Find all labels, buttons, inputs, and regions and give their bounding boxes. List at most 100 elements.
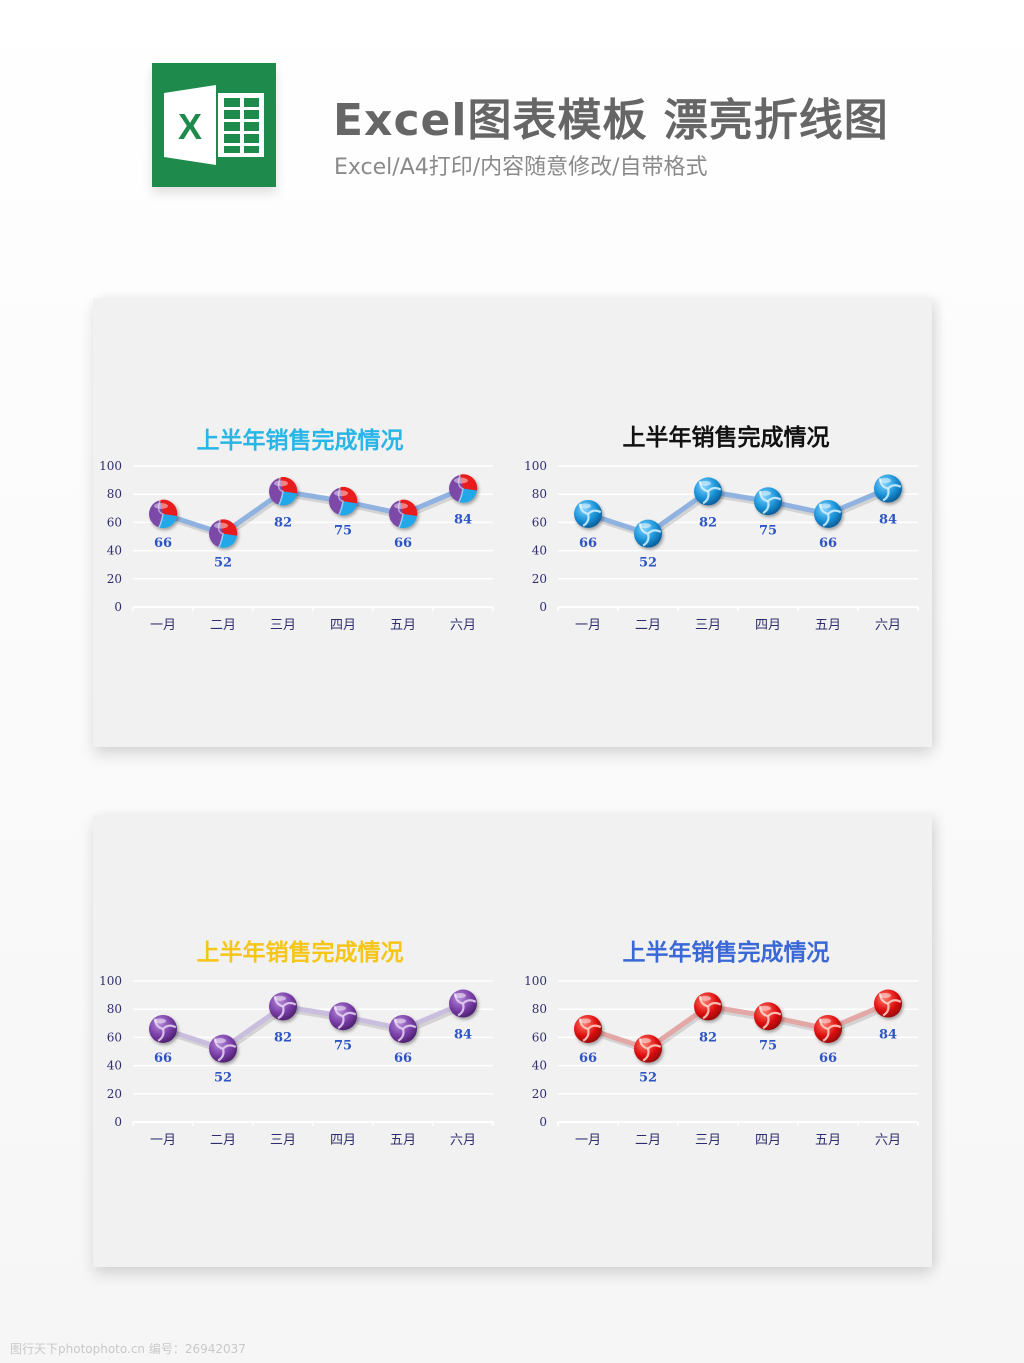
x-tick-label: 二月 — [635, 1133, 661, 1148]
data-point-marker — [634, 519, 662, 548]
data-point-marker — [814, 1014, 842, 1043]
data-point-marker — [149, 1014, 177, 1043]
data-point-marker — [269, 992, 297, 1021]
y-tick-label: 40 — [532, 544, 547, 558]
watermark: 图行天下photophoto.cn 编号：26942037 — [10, 1342, 246, 1356]
data-label: 82 — [274, 1030, 292, 1045]
y-tick-label: 0 — [539, 600, 547, 614]
data-point-marker — [814, 499, 842, 528]
y-tick-label: 60 — [107, 515, 122, 529]
data-label: 84 — [879, 513, 897, 528]
data-label: 66 — [394, 1051, 412, 1066]
data-label: 66 — [154, 536, 172, 551]
x-tick-label: 四月 — [330, 1133, 356, 1148]
y-tick-label: 20 — [107, 572, 122, 586]
data-label: 52 — [639, 556, 657, 571]
y-tick-label: 40 — [107, 1059, 122, 1073]
y-tick-label: 20 — [107, 1087, 122, 1101]
data-label: 66 — [154, 1051, 172, 1066]
y-tick-label: 40 — [532, 1059, 547, 1073]
data-label: 82 — [699, 1030, 717, 1045]
page-title: Excel图表模板 漂亮折线图 — [333, 95, 889, 146]
x-tick-label: 四月 — [755, 618, 781, 633]
x-tick-label: 五月 — [390, 618, 416, 633]
data-point-marker — [209, 519, 238, 548]
data-label: 66 — [579, 536, 597, 551]
data-point-marker — [694, 477, 722, 506]
y-tick-label: 60 — [532, 515, 547, 529]
x-tick-label: 一月 — [150, 618, 176, 633]
page-subtitle: Excel/A4打印/内容随意修改/自带格式 — [334, 155, 708, 180]
x-tick-label: 六月 — [450, 1133, 476, 1148]
excel-logo-icon: X — [152, 63, 276, 187]
data-point-marker — [329, 1002, 357, 1031]
y-tick-label: 80 — [532, 487, 547, 501]
line-chart-purple: 上半年销售完成情况 0 20 40 60 80 100 一月 二月 三月 四月 五月 六月 66 52 82… — [90, 925, 510, 1165]
x-tick-label: 四月 — [330, 618, 356, 633]
data-point-marker — [329, 486, 358, 516]
data-label: 66 — [579, 1051, 597, 1066]
data-label: 75 — [334, 523, 352, 538]
x-tick-label: 二月 — [635, 618, 661, 633]
data-label: 52 — [214, 556, 232, 571]
data-point-marker — [389, 499, 418, 529]
data-label: 82 — [274, 515, 292, 530]
data-point-marker — [449, 989, 477, 1018]
y-tick-label: 100 — [524, 974, 547, 988]
x-tick-label: 一月 — [150, 1133, 176, 1148]
x-tick-label: 三月 — [695, 618, 721, 633]
x-tick-label: 五月 — [815, 618, 841, 633]
x-tick-label: 三月 — [695, 1133, 721, 1148]
line-chart-tricolor: 上半年销售完成情况 0 20 40 60 80 100 一月 二月 三月 四月 五月 六月 66 52 82… — [90, 410, 510, 650]
y-tick-label: 80 — [107, 1002, 122, 1016]
y-tick-label: 0 — [539, 1115, 547, 1129]
y-tick-label: 0 — [114, 600, 122, 614]
data-label: 84 — [454, 1028, 472, 1043]
y-tick-label: 0 — [114, 1115, 122, 1129]
x-tick-label: 六月 — [875, 618, 901, 633]
y-tick-label: 60 — [107, 1030, 122, 1044]
data-label: 84 — [879, 1028, 897, 1043]
y-tick-label: 100 — [524, 459, 547, 473]
x-tick-label: 五月 — [390, 1133, 416, 1148]
x-tick-label: 三月 — [270, 618, 296, 633]
data-point-marker — [634, 1034, 662, 1063]
y-tick-label: 60 — [532, 1030, 547, 1044]
data-label: 75 — [334, 1038, 352, 1053]
data-label: 66 — [394, 536, 412, 551]
x-tick-label: 二月 — [210, 618, 236, 633]
data-label: 84 — [454, 513, 472, 528]
data-point-marker — [149, 499, 178, 529]
data-point-marker — [574, 499, 602, 528]
y-tick-label: 80 — [107, 487, 122, 501]
x-tick-label: 四月 — [755, 1133, 781, 1148]
data-label: 75 — [759, 1038, 777, 1053]
data-point-marker — [574, 1014, 602, 1043]
data-point-marker — [874, 474, 902, 503]
y-tick-label: 40 — [107, 544, 122, 558]
line-chart-red: 上半年销售完成情况 0 20 40 60 80 100 一月 二月 三月 四月 五月 六月 66 52 82… — [510, 925, 930, 1165]
data-label: 82 — [699, 515, 717, 530]
x-tick-label: 五月 — [815, 1133, 841, 1148]
data-point-marker — [754, 1002, 782, 1031]
y-tick-label: 20 — [532, 1087, 547, 1101]
data-label: 52 — [639, 1071, 657, 1086]
data-label: 75 — [759, 523, 777, 538]
y-tick-label: 100 — [99, 459, 122, 473]
data-point-marker — [209, 1034, 237, 1063]
x-tick-label: 一月 — [575, 1133, 601, 1148]
x-tick-label: 二月 — [210, 1133, 236, 1148]
data-label: 52 — [214, 1071, 232, 1086]
data-label: 66 — [819, 536, 837, 551]
y-tick-label: 20 — [532, 572, 547, 586]
data-point-marker — [754, 487, 782, 516]
x-tick-label: 三月 — [270, 1133, 296, 1148]
logo-letter: X — [178, 106, 202, 147]
x-tick-label: 一月 — [575, 618, 601, 633]
data-label: 66 — [819, 1051, 837, 1066]
data-point-marker — [449, 474, 478, 503]
data-point-marker — [694, 992, 722, 1021]
x-tick-label: 六月 — [450, 618, 476, 633]
line-chart-blue: 上半年销售完成情况 0 20 40 60 80 100 一月 二月 三月 四月 五月 六月 66 52 82… — [510, 410, 930, 650]
data-point-marker — [269, 477, 298, 506]
